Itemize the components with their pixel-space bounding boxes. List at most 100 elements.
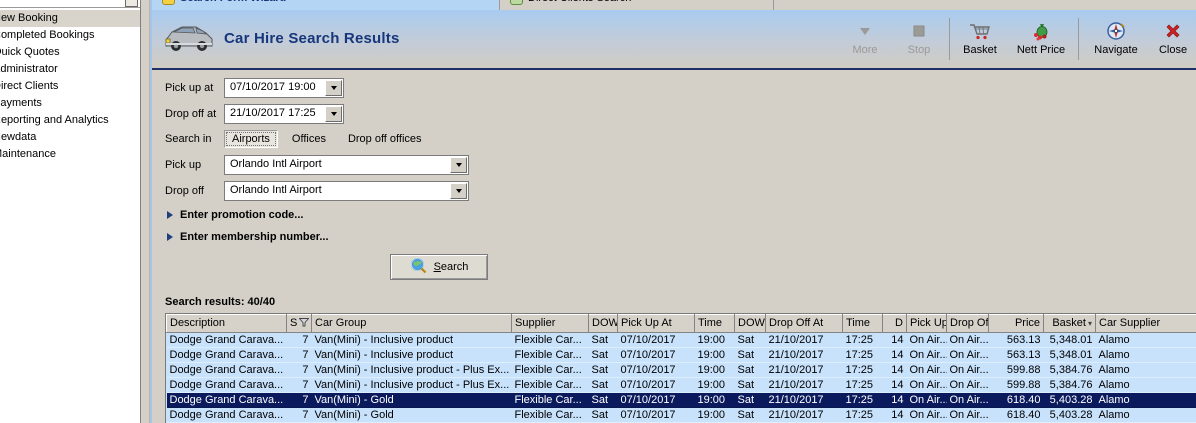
sidebar-item-maintenance[interactable]: Maintenance bbox=[0, 146, 140, 163]
table-cell: 17:25 bbox=[842, 332, 883, 348]
table-cell: Alamo bbox=[1095, 332, 1196, 348]
column-header-s[interactable]: S bbox=[286, 313, 312, 333]
table-cell: 07/10/2017 bbox=[617, 392, 695, 408]
table-row[interactable]: Dodge Grand Carava... 7 Van(Mini) - Inclus… bbox=[166, 347, 1196, 363]
table-cell: 14 bbox=[882, 377, 907, 393]
table-cell: Dodge Grand Carava... bbox=[166, 407, 287, 423]
pickup-combobox[interactable]: Orlando Intl Airport bbox=[224, 154, 469, 175]
table-cell: On Air... bbox=[906, 332, 947, 348]
column-header-time[interactable]: Time bbox=[842, 313, 883, 333]
table-cell: 7 bbox=[286, 347, 312, 363]
toolbar-separator bbox=[1078, 17, 1079, 60]
sidebar-item-newdata[interactable]: Newdata bbox=[0, 129, 140, 146]
table-cell: Sat bbox=[588, 332, 618, 348]
column-header-description[interactable]: Description bbox=[166, 313, 287, 333]
table-cell: 618.40 bbox=[988, 392, 1044, 408]
table-cell: 599.88 bbox=[988, 362, 1044, 378]
splitter[interactable] bbox=[141, 0, 150, 423]
column-header-car-group[interactable]: Car Group bbox=[311, 313, 512, 333]
column-header-supplier[interactable]: Supplier bbox=[511, 313, 589, 333]
table-cell: 07/10/2017 bbox=[617, 377, 695, 393]
table-cell: 5,403.28 bbox=[1043, 407, 1096, 423]
table-cell: Alamo bbox=[1095, 347, 1196, 363]
membership-number-expander[interactable]: Enter membership number... bbox=[167, 230, 1196, 245]
table-cell: 17:25 bbox=[842, 407, 883, 423]
sidebar-item-payments[interactable]: Payments bbox=[0, 95, 140, 112]
tab-search-form-wizard[interactable]: Search Form Wizard bbox=[152, 0, 499, 10]
table-cell: On Air... bbox=[906, 347, 947, 363]
table-cell: Alamo bbox=[1095, 392, 1196, 408]
navigate-button[interactable]: Navigate bbox=[1082, 21, 1150, 56]
table-cell: 7 bbox=[286, 332, 312, 348]
column-header-pick-up-at[interactable]: Pick Up At bbox=[617, 313, 695, 333]
search-button[interactable]: Search bbox=[390, 253, 488, 280]
column-header-drop-off-at[interactable]: Drop Off At bbox=[765, 313, 843, 333]
app-window: New Booking Completed Bookings Quick Quo… bbox=[0, 0, 1196, 423]
table-cell: 5,348.01 bbox=[1043, 332, 1096, 348]
table-cell: On Air... bbox=[906, 407, 947, 423]
table-cell: 07/10/2017 bbox=[617, 362, 695, 378]
table-cell: Van(Mini) - Gold bbox=[311, 392, 512, 408]
caret-down-icon bbox=[455, 188, 462, 193]
pickup-at-combobox[interactable]: 07/10/2017 19:00 bbox=[224, 77, 344, 98]
column-header-time[interactable]: Time bbox=[694, 313, 735, 333]
column-header-price[interactable]: Price bbox=[988, 313, 1044, 333]
table-row[interactable]: Dodge Grand Carava... 7 Van(Mini) - Gold Fl… bbox=[166, 392, 1196, 408]
more-button: More bbox=[838, 21, 892, 56]
table-cell: Sat bbox=[588, 392, 618, 408]
search-in-options: Airports Offices Drop off offices bbox=[224, 130, 430, 149]
dropoff-combobox[interactable]: Orlando Intl Airport bbox=[224, 180, 469, 201]
column-header-dow[interactable]: DOW bbox=[734, 313, 766, 333]
table-cell: 14 bbox=[882, 347, 907, 363]
sidebar-header bbox=[0, 0, 140, 8]
column-header-d[interactable]: D bbox=[882, 313, 907, 333]
table-row[interactable]: Dodge Grand Carava... 7 Van(Mini) - Inclus… bbox=[166, 332, 1196, 348]
sidebar-item-quick-quotes[interactable]: Quick Quotes bbox=[0, 44, 140, 61]
close-button[interactable]: Close bbox=[1150, 21, 1196, 56]
column-header-dow[interactable]: DOW bbox=[588, 313, 618, 333]
dropdown-button[interactable] bbox=[325, 105, 342, 122]
table-cell: 14 bbox=[882, 332, 907, 348]
promotion-code-expander[interactable]: Enter promotion code... bbox=[167, 208, 1196, 223]
sidebar-item-completed-bookings[interactable]: Completed Bookings bbox=[0, 27, 140, 44]
table-cell: 5,384.76 bbox=[1043, 377, 1096, 393]
nett-price-button[interactable]: Nett Price bbox=[1007, 21, 1075, 56]
sidebar-item-reporting-and-analytics[interactable]: Reporting and Analytics bbox=[0, 112, 140, 129]
table-cell: Flexible Car... bbox=[511, 377, 589, 393]
column-header-car-supplier[interactable]: Car Supplier bbox=[1095, 313, 1196, 333]
column-header-pick-up[interactable]: Pick Up bbox=[906, 313, 947, 333]
results-summary: Search results: 40/40 bbox=[165, 295, 276, 308]
table-cell: On Air... bbox=[906, 377, 947, 393]
column-header-basket[interactable]: Basket ▾ bbox=[1043, 313, 1096, 333]
search-in-airports[interactable]: Airports bbox=[224, 130, 278, 149]
dropdown-button[interactable] bbox=[450, 156, 467, 173]
search-in-dropoff-offices[interactable]: Drop off offices bbox=[340, 131, 430, 147]
sidebar: New Booking Completed Bookings Quick Quo… bbox=[0, 0, 141, 423]
table-cell: Sat bbox=[588, 377, 618, 393]
basket-button[interactable]: Basket bbox=[953, 21, 1007, 56]
column-header-drop-off[interactable]: Drop Off bbox=[946, 313, 989, 333]
table-cell: Dodge Grand Carava... bbox=[166, 332, 287, 348]
table-cell: Flexible Car... bbox=[511, 332, 589, 348]
sidebar-item-new-booking[interactable]: New Booking bbox=[0, 10, 140, 27]
search-in-offices[interactable]: Offices bbox=[284, 131, 334, 147]
page-title: Car Hire Search Results bbox=[224, 30, 400, 48]
table-row[interactable]: Dodge Grand Carava... 7 Van(Mini) - Inclus… bbox=[166, 362, 1196, 378]
pin-button[interactable] bbox=[125, 0, 138, 7]
table-cell: Sat bbox=[734, 392, 766, 408]
search-in-label: Search in bbox=[165, 133, 212, 146]
table-cell: 17:25 bbox=[842, 362, 883, 378]
dropdown-button[interactable] bbox=[325, 79, 342, 96]
filter-funnel-icon[interactable] bbox=[298, 318, 310, 330]
dropoff-at-combobox[interactable]: 21/10/2017 17:25 bbox=[224, 103, 344, 124]
table-cell: Sat bbox=[734, 332, 766, 348]
dropdown-button[interactable] bbox=[450, 182, 467, 199]
sidebar-item-administrator[interactable]: Administrator bbox=[0, 61, 140, 78]
sidebar-item-direct-clients[interactable]: Direct Clients bbox=[0, 78, 140, 95]
tab-direct-clients-search[interactable]: Direct Clients Search bbox=[499, 0, 774, 10]
table-cell: On Air... bbox=[946, 392, 989, 408]
table-row[interactable]: Dodge Grand Carava... 7 Van(Mini) - Inclus… bbox=[166, 377, 1196, 393]
table-cell: On Air... bbox=[946, 347, 989, 363]
membership-number-label: Enter membership number... bbox=[180, 231, 329, 244]
table-row[interactable]: Dodge Grand Carava... 7 Van(Mini) - Gold Fl… bbox=[166, 407, 1196, 423]
